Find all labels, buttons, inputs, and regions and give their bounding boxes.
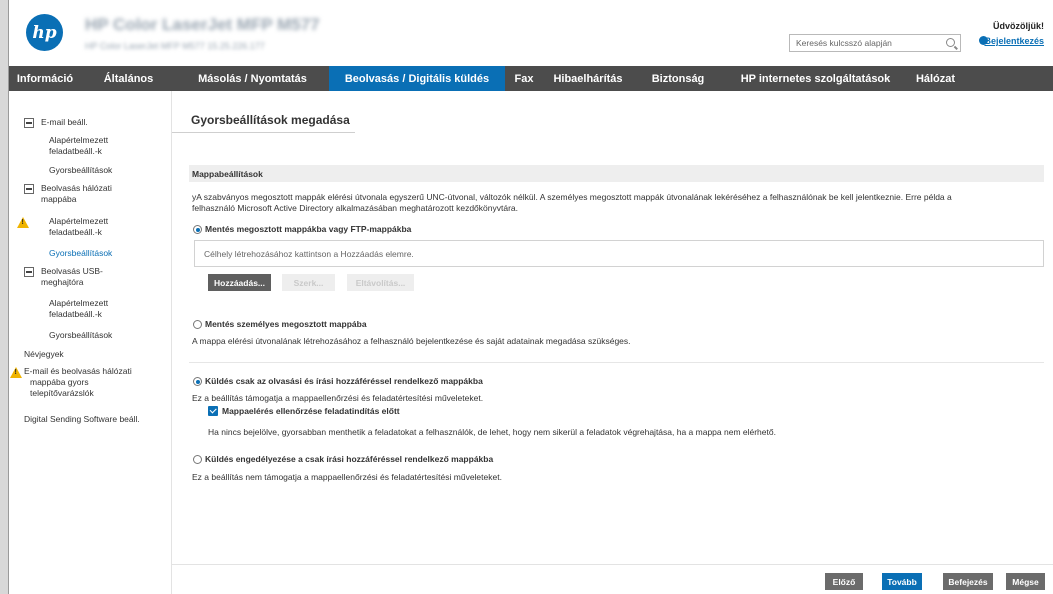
search-icon[interactable] (946, 38, 955, 47)
search-placeholder: Keresés kulcsszó alapján (796, 38, 892, 48)
sidebar-item-email-default-options[interactable]: Alapértelmezett feladatbeáll.-k (49, 135, 108, 157)
page-edge (0, 0, 8, 594)
login-link[interactable]: Bejelentkezés (984, 36, 1044, 46)
page-title: Gyorsbeállítások megadása (172, 105, 355, 133)
radio-personal-folder[interactable] (193, 320, 202, 329)
sidebar: E-mail beáll. Alapértelmezett feladatbeá… (9, 91, 171, 594)
option-readwrite-label: Küldés csak az olvasási és írási hozzáfé… (205, 376, 483, 386)
verify-access-checkbox[interactable] (208, 406, 218, 416)
verify-access-desc: Ha nincs bejelölve, gyorsabban menthetik… (208, 427, 776, 437)
footer-divider (172, 564, 1053, 565)
sidebar-item-usb-default-options[interactable]: Alapértelmezett feladatbeáll.-k (49, 298, 108, 320)
personal-folder-desc: A mappa elérési útvonalának létrehozásáh… (192, 336, 631, 346)
option-personal-folder-label: Mentés személyes megosztott mappába (205, 319, 367, 329)
main-nav: Információ Általános Másolás / Nyomtatás… (9, 66, 1053, 91)
option-shared-folders-label: Mentés megosztott mappákba vagy FTP-mapp… (205, 224, 412, 234)
sidebar-item-network-default-options[interactable]: Alapértelmezett feladatbeáll.-k (49, 216, 108, 238)
collapse-icon[interactable] (24, 118, 34, 128)
sidebar-item-scan-usb[interactable]: Beolvasás USB- meghajtóra (41, 266, 103, 288)
radio-shared-folders[interactable] (193, 225, 202, 234)
tab-hp-web-services[interactable]: HP internetes szolgáltatások (723, 66, 908, 91)
tab-networking[interactable]: Hálózat (908, 66, 963, 91)
header: hp HP Color LaserJet MFP M577 HP Color L… (9, 0, 1053, 66)
device-subtitle: HP Color LaserJet MFP M577 15.25.226.177 (85, 41, 265, 51)
sidebar-item-contacts[interactable]: Névjegyek (24, 349, 64, 360)
previous-button[interactable]: Előző (825, 573, 863, 590)
remove-button[interactable]: Eltávolítás... (347, 274, 414, 291)
warning-icon (17, 217, 29, 228)
option-writeonly-label: Küldés engedélyezése a csak írási hozzáf… (205, 454, 494, 464)
hp-logo-icon: hp (26, 14, 63, 51)
radio-writeonly-folders[interactable] (193, 455, 202, 464)
readwrite-desc: Ez a beállítás támogatja a mappaellenőrz… (192, 393, 484, 403)
sidebar-item-network-quick-sets[interactable]: Gyorsbeállítások (49, 248, 112, 259)
sidebar-item-email-setup[interactable]: E-mail beáll. (41, 117, 88, 128)
sidebar-item-dss-setup[interactable]: Digital Sending Software beáll. (24, 414, 140, 425)
intro-text: yA szabványos megosztott mappák elérési … (192, 192, 952, 213)
main-content: Gyorsbeállítások megadása Mappabeállítás… (172, 91, 1053, 594)
destination-placeholder: Célhely létrehozásához kattintson a Hozz… (204, 248, 414, 259)
finish-button[interactable]: Befejezés (943, 573, 993, 590)
radio-readwrite-folders[interactable] (193, 377, 202, 386)
collapse-icon[interactable] (24, 267, 34, 277)
tab-fax[interactable]: Fax (505, 66, 543, 91)
edit-button[interactable]: Szerk... (282, 274, 335, 291)
tab-information[interactable]: Információ (9, 66, 81, 91)
sidebar-item-email-quick-sets[interactable]: Gyorsbeállítások (49, 165, 112, 176)
warning-icon (10, 367, 22, 378)
section-header: Mappabeállítások (189, 165, 1044, 182)
divider (189, 362, 1044, 363)
tab-copy-print[interactable]: Másolás / Nyomtatás (176, 66, 329, 91)
tab-troubleshooting[interactable]: Hibaelhárítás (543, 66, 633, 91)
tab-security[interactable]: Biztonság (633, 66, 723, 91)
destination-list[interactable]: Célhely létrehozásához kattintson a Hozz… (194, 240, 1044, 267)
tab-scan-digital-send[interactable]: Beolvasás / Digitális küldés (329, 66, 505, 91)
collapse-icon[interactable] (24, 184, 34, 194)
cancel-button[interactable]: Mégse (1006, 573, 1045, 590)
writeonly-desc: Ez a beállítás nem támogatja a mappaelle… (192, 472, 502, 482)
sidebar-item-scan-network-folder[interactable]: Beolvasás hálózati mappába (41, 183, 112, 205)
sidebar-item-usb-quick-sets[interactable]: Gyorsbeállítások (49, 330, 112, 341)
add-button[interactable]: Hozzáadás... (208, 274, 271, 291)
tab-general[interactable]: Általános (81, 66, 176, 91)
verify-access-label: Mappaelérés ellenőrzése feladatindítás e… (222, 406, 400, 416)
sidebar-item-quick-setup-wizards[interactable]: E-mail és beolvasás hálózati mappába gyo… (24, 366, 132, 399)
device-title: HP Color LaserJet MFP M577 (85, 15, 320, 34)
welcome-text: Üdvözöljük! (993, 21, 1044, 31)
next-button[interactable]: Tovább (882, 573, 922, 590)
search-input[interactable]: Keresés kulcsszó alapján (789, 34, 961, 52)
